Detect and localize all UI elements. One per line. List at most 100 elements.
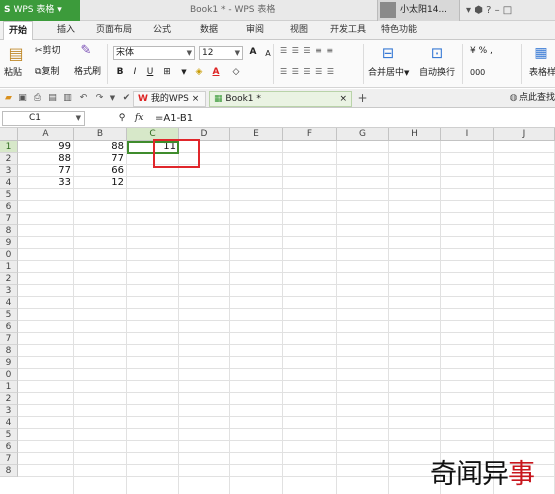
window-controls[interactable]: ▾ ⬢ ? – □ [466, 0, 512, 21]
format-painter-icon[interactable]: ✎ [79, 44, 93, 60]
number-format-icons[interactable]: ¥ % , [470, 45, 493, 58]
row-header[interactable]: 7 [0, 213, 18, 225]
table-style-button[interactable]: 表格样 [529, 67, 555, 80]
find-input[interactable]: 点此查找 [519, 92, 555, 105]
row-header[interactable]: 6 [0, 201, 18, 213]
column-header-e[interactable]: E [230, 128, 283, 141]
user-account[interactable]: 小太阳14... [377, 0, 460, 21]
print-preview-icon[interactable]: ▤ [46, 92, 59, 105]
wrap-text-button[interactable]: 自动换行 [419, 67, 455, 80]
cell-a3[interactable]: 77 [18, 165, 74, 177]
row-header[interactable]: 9 [0, 357, 18, 369]
formula-input[interactable]: =A1-B1 [155, 112, 193, 125]
cell-b1[interactable]: 88 [74, 141, 127, 153]
tab-view[interactable]: 视图 [290, 21, 308, 40]
format-painter-button[interactable]: 格式刷 [74, 66, 101, 79]
column-header-g[interactable]: G [337, 128, 389, 141]
fx-button[interactable]: fx [135, 112, 143, 125]
thousands-button[interactable]: 000 [470, 66, 485, 79]
wrap-text-icon[interactable]: ⊡ [427, 43, 447, 63]
tab-review[interactable]: 审阅 [246, 21, 264, 40]
column-header-j[interactable]: J [494, 128, 555, 141]
bold-button[interactable]: B [113, 66, 127, 79]
tab-insert[interactable]: 插入 [57, 21, 75, 40]
spreadsheet-grid[interactable]: A B C D E F G H I J 1 2 3 4 5 6 7 8 9 0 1 2 3 4 5 6 7 8 9 0 1 2 3 4 5 6 7 8 99… [0, 128, 555, 494]
cell-b4[interactable]: 12 [74, 177, 127, 189]
undo-icon[interactable]: ↶ [77, 92, 90, 105]
row-header[interactable]: 3 [0, 405, 18, 417]
row-header[interactable]: 3 [0, 165, 18, 177]
italic-button[interactable]: I [128, 66, 142, 79]
save-icon[interactable]: ▣ [16, 92, 29, 105]
zoom-icon[interactable]: ⚲ [115, 112, 129, 125]
font-name-select[interactable]: 宋体 ▼ [113, 46, 195, 60]
row-header[interactable]: 1 [0, 261, 18, 273]
select-all-corner[interactable] [0, 128, 18, 141]
row-header[interactable]: 1 [0, 141, 18, 153]
copy-button[interactable]: ⧉复制 [35, 66, 59, 79]
column-header-a[interactable]: A [18, 128, 74, 141]
column-header-i[interactable]: I [441, 128, 494, 141]
tab-home[interactable]: 开始 [3, 21, 34, 41]
cell-a1[interactable]: 99 [18, 141, 74, 153]
app-menu-button[interactable]: S WPS 表格 ▾ [0, 0, 80, 21]
clear-format-icon[interactable]: ◇ [229, 66, 243, 79]
merge-center-button[interactable]: 合并居中▼ [368, 67, 409, 80]
fill-color-icon[interactable]: ◈ [192, 66, 206, 79]
column-header-b[interactable]: B [74, 128, 127, 141]
row-header[interactable]: 4 [0, 297, 18, 309]
close-icon[interactable]: × [339, 92, 347, 107]
paste-button[interactable]: 粘贴 [4, 67, 22, 80]
export-pdf-icon[interactable]: ▥ [61, 92, 74, 105]
open-folder-icon[interactable]: ▰ [2, 92, 15, 105]
column-header-f[interactable]: F [283, 128, 337, 141]
row-header[interactable]: 8 [0, 225, 18, 237]
row-header[interactable]: 5 [0, 429, 18, 441]
horizontal-align-icons[interactable]: ☰ ☰ ☰ ☰ ☰ [280, 67, 335, 76]
row-header[interactable]: 2 [0, 153, 18, 165]
redo-icon[interactable]: ↷ [93, 92, 106, 105]
doc-tab-my-wps[interactable]: W 我的WPS × [133, 91, 207, 107]
row-header[interactable]: 5 [0, 189, 18, 201]
row-header[interactable]: 5 [0, 309, 18, 321]
cell-b3[interactable]: 66 [74, 165, 127, 177]
font-color-icon[interactable]: A [209, 66, 223, 79]
tab-page-layout[interactable]: 页面布局 [96, 21, 132, 40]
row-header[interactable]: 4 [0, 417, 18, 429]
vertical-align-icons[interactable]: ☰ ☰ ☰ ≡ ≡ [280, 46, 334, 55]
new-tab-icon[interactable]: + [356, 92, 369, 105]
chevron-down-icon[interactable]: ▼ [177, 66, 191, 79]
row-header[interactable]: 8 [0, 345, 18, 357]
paste-icon[interactable]: ▤ [6, 43, 26, 65]
chevron-down-icon[interactable]: ▼ [106, 92, 119, 105]
cell-a2[interactable]: 88 [18, 153, 74, 165]
cell-a4[interactable]: 33 [18, 177, 74, 189]
merge-center-icon[interactable]: ⊟ [378, 43, 398, 63]
tab-formulas[interactable]: 公式 [153, 21, 171, 40]
font-size-select[interactable]: 12 ▼ [199, 46, 243, 60]
tab-special[interactable]: 特色功能 [381, 21, 417, 40]
name-box[interactable]: C1 ▼ [2, 111, 85, 126]
row-header[interactable]: 6 [0, 441, 18, 453]
tab-data[interactable]: 数据 [200, 21, 218, 40]
row-header[interactable]: 4 [0, 177, 18, 189]
tab-developer[interactable]: 开发工具 [330, 21, 366, 40]
row-header[interactable]: 0 [0, 369, 18, 381]
row-header[interactable]: 1 [0, 381, 18, 393]
print-icon[interactable]: ⎙ [31, 92, 44, 105]
row-header[interactable]: 0 [0, 249, 18, 261]
close-icon[interactable]: × [192, 94, 200, 104]
cut-button[interactable]: ✂剪切 [35, 45, 61, 58]
border-icon[interactable]: ⊞ [160, 66, 174, 79]
row-header[interactable]: 9 [0, 237, 18, 249]
row-header[interactable]: 8 [0, 465, 18, 477]
row-header[interactable]: 3 [0, 285, 18, 297]
row-header[interactable]: 7 [0, 333, 18, 345]
column-header-h[interactable]: H [389, 128, 441, 141]
check-icon[interactable]: ✔ [120, 92, 133, 105]
row-header[interactable]: 2 [0, 393, 18, 405]
row-header[interactable]: 7 [0, 453, 18, 465]
cell-b2[interactable]: 77 [74, 153, 127, 165]
row-header[interactable]: 6 [0, 321, 18, 333]
doc-tab-book1[interactable]: ▦ Book1 * × [209, 91, 352, 107]
